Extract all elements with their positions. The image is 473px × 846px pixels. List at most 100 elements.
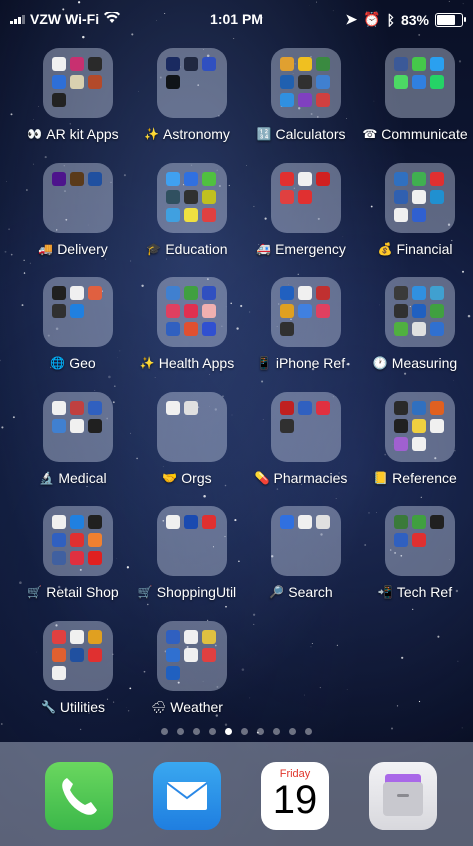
- folder-icon[interactable]: [271, 48, 341, 118]
- folder-icon[interactable]: [43, 162, 113, 233]
- app-thumbnail-icon: [70, 75, 84, 89]
- folder-label-text: AR kit Apps: [46, 126, 119, 142]
- app-thumbnail-icon: [88, 647, 102, 662]
- folder-label-text: Measuring: [391, 355, 458, 372]
- dock: Friday 19: [0, 742, 473, 846]
- sparkles-icon: ✨: [144, 127, 160, 141]
- app-thumbnail-icon: [70, 57, 84, 71]
- app-thumbnail-icon: [88, 551, 102, 566]
- folder-label-text: Medical: [58, 469, 107, 486]
- folder-label: 🌐 Geo: [10, 355, 136, 371]
- folder-item[interactable]: 💰 Financial: [358, 158, 472, 273]
- folder-label-text: Health Apps: [158, 355, 235, 372]
- folder-label: 🎓 Education: [124, 241, 250, 257]
- page-dot[interactable]: [177, 728, 184, 735]
- folder-item[interactable]: ✨ Astronomy: [130, 43, 244, 158]
- page-dot[interactable]: [273, 728, 280, 735]
- folder-icon[interactable]: [385, 162, 455, 233]
- app-thumbnail-icon: [316, 286, 330, 301]
- folder-item[interactable]: 🚑 Emergency: [244, 158, 358, 273]
- cart-icon: 🛒: [27, 585, 43, 600]
- app-thumbnail-icon: [184, 647, 198, 662]
- files-app[interactable]: [369, 762, 437, 830]
- folder-icon[interactable]: [43, 506, 113, 577]
- folder-icon[interactable]: [385, 391, 455, 462]
- folder-icon[interactable]: [157, 48, 227, 118]
- app-thumbnail-icon: [394, 75, 408, 89]
- page-dot[interactable]: [225, 728, 232, 735]
- folder-item[interactable]: 🔢 Calculators: [244, 43, 358, 158]
- page-dot[interactable]: [193, 728, 200, 735]
- folder-label: 🔢 Calculators: [238, 126, 364, 142]
- folder-item[interactable]: 🚚 Delivery: [16, 158, 130, 273]
- folder-item[interactable]: 🌧 Weather: [130, 616, 244, 731]
- page-dot[interactable]: [241, 728, 248, 735]
- folder-icon[interactable]: [385, 48, 455, 118]
- app-thumbnail-icon: [298, 304, 312, 319]
- folder-item[interactable]: 📲 Tech Ref: [358, 501, 472, 616]
- mail-icon: [166, 782, 208, 810]
- folder-icon[interactable]: [271, 391, 341, 462]
- folder-icon[interactable]: [43, 48, 113, 118]
- app-thumbnail-icon: [52, 665, 66, 680]
- bluetooth-icon: ᛒ: [386, 11, 395, 28]
- app-thumbnail-icon: [52, 533, 66, 548]
- app-thumbnail-icon: [280, 322, 294, 337]
- page-dot[interactable]: [289, 728, 296, 735]
- folder-item[interactable]: 🎓 Education: [130, 158, 244, 273]
- folder-item[interactable]: 🕐 Measuring: [358, 272, 472, 387]
- folder-item[interactable]: 🤝 Orgs: [130, 387, 244, 502]
- calendar-app[interactable]: Friday 19: [261, 762, 329, 830]
- folder-icon[interactable]: [271, 506, 341, 577]
- folder-icon[interactable]: [157, 391, 227, 462]
- folder-icon[interactable]: [157, 277, 227, 348]
- app-thumbnail-icon: [202, 322, 216, 337]
- app-thumbnail-icon: [166, 189, 180, 204]
- folder-label-text: Emergency: [275, 240, 346, 257]
- folder-item[interactable]: 💊 Pharmacies: [244, 387, 358, 502]
- folder-item[interactable]: ☎ Communicate: [358, 43, 472, 158]
- folder-label: 🔧 Utilities: [10, 699, 136, 715]
- page-dot[interactable]: [257, 728, 264, 735]
- folder-item[interactable]: 🔎 Search: [244, 501, 358, 616]
- folder-item[interactable]: 📒 Reference: [358, 387, 472, 502]
- folder-icon[interactable]: [271, 162, 341, 233]
- page-indicator[interactable]: [0, 728, 473, 735]
- folder-icon[interactable]: [385, 277, 455, 348]
- folder-item[interactable]: 👀 AR kit Apps: [16, 43, 130, 158]
- folder-item[interactable]: 🔬 Medical: [16, 387, 130, 502]
- folder-icon[interactable]: [271, 277, 341, 348]
- app-thumbnail-icon: [280, 57, 294, 71]
- folder-icon[interactable]: [43, 391, 113, 462]
- page-dot[interactable]: [305, 728, 312, 735]
- page-dot[interactable]: [161, 728, 168, 735]
- page-dot[interactable]: [209, 728, 216, 735]
- folder-item[interactable]: 📱 iPhone Ref: [244, 272, 358, 387]
- folder-item[interactable]: 🛒 Retail Shop: [16, 501, 130, 616]
- folder-icon[interactable]: [43, 277, 113, 348]
- app-thumbnail-icon: [298, 286, 312, 301]
- folder-icon[interactable]: [157, 506, 227, 577]
- phone-app[interactable]: [45, 762, 113, 830]
- folder-label: 🕐 Measuring: [352, 355, 473, 371]
- app-thumbnail-icon: [280, 171, 294, 186]
- app-thumbnail-icon: [166, 304, 180, 319]
- app-thumbnail-icon: [394, 304, 408, 319]
- folder-item[interactable]: 🌐 Geo: [16, 272, 130, 387]
- folder-item[interactable]: 🔧 Utilities: [16, 616, 130, 731]
- app-thumbnail-icon: [52, 551, 66, 566]
- app-thumbnail-icon: [430, 57, 444, 71]
- folder-icon[interactable]: [385, 506, 455, 577]
- folder-icon[interactable]: [157, 162, 227, 233]
- cart-icon: 🛒: [137, 585, 153, 600]
- folder-icon[interactable]: [157, 620, 227, 691]
- app-thumbnail-icon: [394, 171, 408, 186]
- folder-icon[interactable]: [43, 620, 113, 691]
- graduation-icon: 🎓: [146, 241, 162, 256]
- app-thumbnail-icon: [52, 647, 66, 662]
- app-thumbnail-icon: [52, 286, 66, 301]
- mail-app[interactable]: [153, 762, 221, 830]
- folder-item[interactable]: ✨ Health Apps: [130, 272, 244, 387]
- folder-item[interactable]: 🛒 ShoppingUtil: [130, 501, 244, 616]
- app-thumbnail-icon: [202, 286, 216, 301]
